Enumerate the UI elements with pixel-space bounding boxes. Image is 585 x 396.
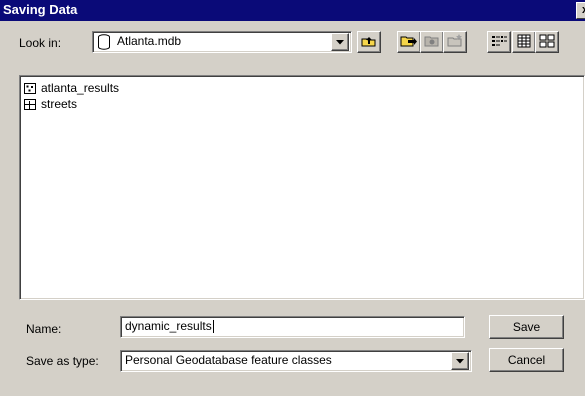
cancel-button[interactable]: Cancel [489,348,564,372]
list-item-name: atlanta_results [41,81,120,95]
title-bar: Saving Data x [0,0,585,21]
window-title: Saving Data [3,2,78,17]
file-list[interactable]: atlanta_results streets [19,75,585,300]
database-icon [97,34,111,53]
thumbnails-view-button[interactable] [535,31,559,53]
connect-folder-button[interactable] [397,31,421,53]
name-field-content: dynamic_results [125,319,214,334]
up-one-level-button[interactable] [357,31,381,53]
close-button[interactable]: x [576,2,585,19]
look-in-dropdown-arrow[interactable] [331,33,349,51]
point-featureclass-icon [24,82,36,94]
look-in-value: Atlanta.mdb [117,34,182,48]
save-as-type-dropdown[interactable]: Personal Geodatabase feature classes [120,350,472,372]
line-featureclass-icon [24,98,36,110]
list-item-name: streets [41,97,78,111]
save-button[interactable]: Save [489,315,564,339]
name-label: Name: [26,322,62,336]
list-view-button[interactable] [487,31,511,53]
name-field[interactable]: dynamic_results [120,316,465,338]
save-as-type-dropdown-arrow[interactable] [451,352,469,370]
disconnect-folder-button[interactable] [420,31,444,53]
save-as-type-value: Personal Geodatabase feature classes [125,353,332,367]
details-view-button[interactable] [512,31,536,53]
save-as-type-label: Save as type: [26,354,99,368]
name-field-value: dynamic_results [125,319,212,333]
new-folder-button[interactable] [443,31,467,53]
look-in-dropdown[interactable]: Atlanta.mdb [92,31,352,53]
text-caret [212,320,214,334]
look-in-label: Look in: [19,36,62,50]
